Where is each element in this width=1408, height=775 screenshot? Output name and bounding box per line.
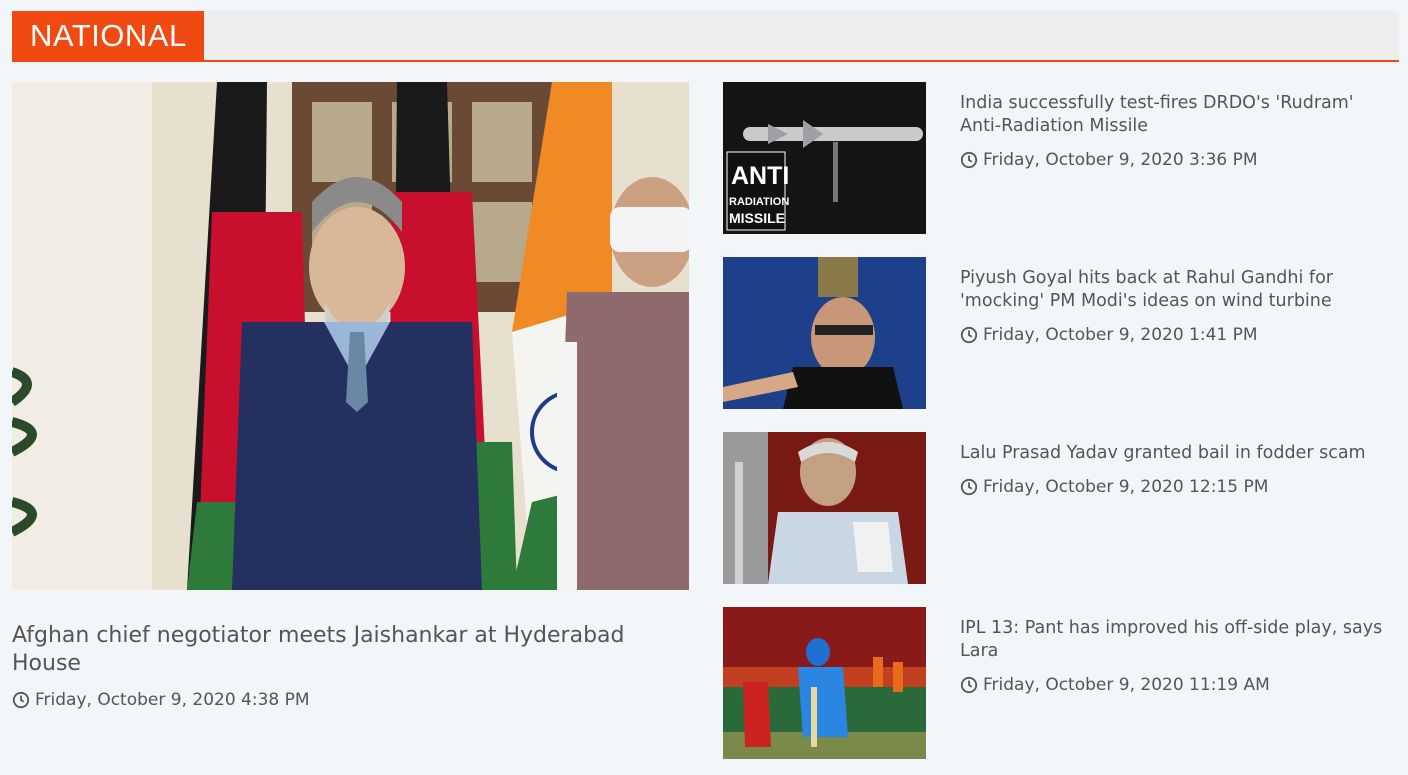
thumb-text-anti: ANTI <box>731 162 789 190</box>
side-story-4-date: Friday, October 9, 2020 11:19 AM <box>960 675 1270 695</box>
side-story-4-date-text: Friday, October 9, 2020 11:19 AM <box>983 675 1270 695</box>
side-story-4-thumbnail[interactable] <box>723 607 926 759</box>
clock-icon <box>960 478 978 496</box>
section-title[interactable]: NATIONAL <box>12 11 204 60</box>
lead-story-date-text: Friday, October 9, 2020 4:38 PM <box>35 690 310 710</box>
side-story-1-date-text: Friday, October 9, 2020 3:36 PM <box>983 150 1258 170</box>
side-story-1: ANTI RADIATION MISSILE India successfull… <box>723 82 1399 234</box>
side-story-1-title[interactable]: India successfully test-fires DRDO's 'Ru… <box>960 92 1400 138</box>
clock-icon <box>960 326 978 344</box>
lead-story-title[interactable]: Afghan chief negotiator meets Jaishankar… <box>12 622 672 678</box>
side-story-1-date: Friday, October 9, 2020 3:36 PM <box>960 150 1258 170</box>
clock-icon <box>960 151 978 169</box>
side-story-3-thumbnail[interactable] <box>723 432 926 584</box>
thumb-text-radiation: RADIATION <box>729 196 789 208</box>
clock-icon <box>960 676 978 694</box>
thumb-text-missile: MISSILE <box>729 210 785 226</box>
side-story-3-title[interactable]: Lalu Prasad Yadav granted bail in fodder… <box>960 442 1400 465</box>
lead-story-image[interactable] <box>12 82 689 590</box>
side-story-2-date: Friday, October 9, 2020 1:41 PM <box>960 325 1258 345</box>
lead-story-date: Friday, October 9, 2020 4:38 PM <box>12 690 310 710</box>
side-story-2-title[interactable]: Piyush Goyal hits back at Rahul Gandhi f… <box>960 267 1400 313</box>
side-story-4-title[interactable]: IPL 13: Pant has improved his off-side p… <box>960 617 1400 663</box>
side-story-1-thumbnail[interactable]: ANTI RADIATION MISSILE <box>723 82 926 234</box>
side-story-3: Lalu Prasad Yadav granted bail in fodder… <box>723 432 1399 584</box>
side-story-3-date-text: Friday, October 9, 2020 12:15 PM <box>983 477 1269 497</box>
side-story-2: Piyush Goyal hits back at Rahul Gandhi f… <box>723 257 1399 409</box>
side-story-4: IPL 13: Pant has improved his off-side p… <box>723 607 1399 759</box>
side-story-2-date-text: Friday, October 9, 2020 1:41 PM <box>983 325 1258 345</box>
clock-icon <box>12 691 30 709</box>
side-story-3-date: Friday, October 9, 2020 12:15 PM <box>960 477 1268 497</box>
section-header: NATIONAL <box>12 11 1399 62</box>
side-story-2-thumbnail[interactable] <box>723 257 926 409</box>
